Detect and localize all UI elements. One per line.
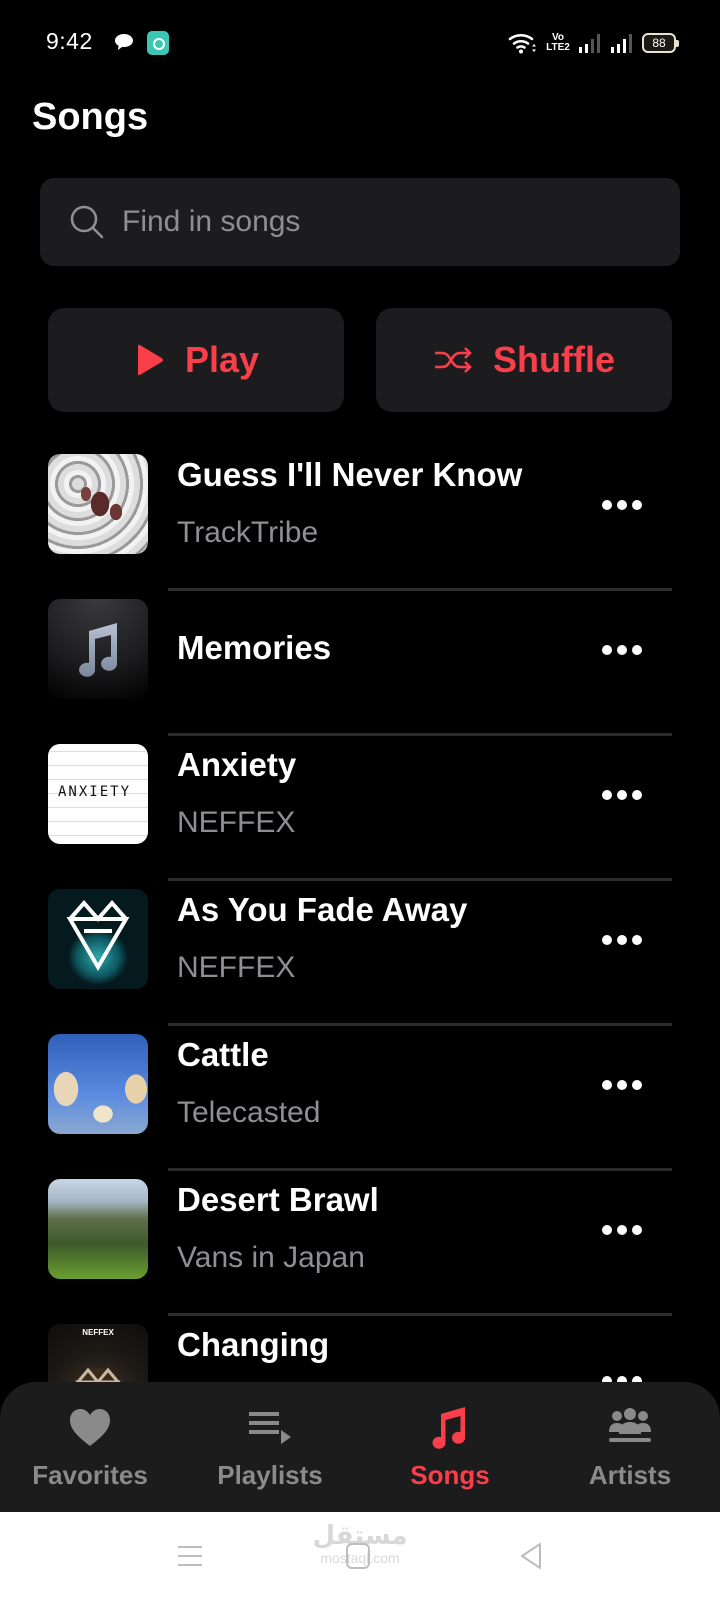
music-note-icon [79,623,118,677]
song-title: Guess I'll Never Know [177,456,523,493]
chat-notification-icon [115,34,133,50]
signal-sim2-icon [611,34,632,53]
album-art [48,1034,148,1134]
more-icon-dot [602,935,612,945]
song-artist: TrackTribe [177,516,319,549]
more-icon-dot [632,1080,642,1090]
more-options-button[interactable] [598,635,646,665]
tab-playlists[interactable]: Playlists [180,1382,360,1512]
more-icon-dot [617,1225,627,1235]
song-row[interactable]: Anxiety NEFFEX [0,736,720,881]
neffex-logo-icon [66,899,130,971]
more-icon-dot [632,1225,642,1235]
song-row[interactable]: Memories [0,591,720,736]
more-icon-dot [602,500,612,510]
more-icon-dot [617,1080,627,1090]
home-button[interactable] [342,1540,374,1572]
tab-label: Artists [588,1460,672,1490]
song-title: Memories [177,629,332,666]
page-title: Songs [32,96,149,138]
search-input[interactable] [122,205,642,239]
song-title: Anxiety [177,746,297,783]
song-row[interactable]: Cattle Telecasted [0,1026,720,1171]
more-icon-dot [602,645,612,655]
status-icons: Vo LTE2 88 [508,28,679,58]
more-icon-dot [617,500,627,510]
play-icon [137,344,163,376]
song-row[interactable]: As You Fade Away NEFFEX [0,881,720,1026]
shuffle-button[interactable]: Shuffle [376,308,672,412]
system-navigation-bar: مستقل mostaql.com [0,1512,720,1600]
playlist-icon [249,1412,291,1444]
app-notification-icon [147,31,169,55]
album-art [48,744,148,844]
shuffle-label: Shuffle [493,339,615,380]
status-time: 9:42 [46,28,93,54]
song-artist: NEFFEX [177,951,296,984]
more-icon-dot [602,1225,612,1235]
album-art [48,454,148,554]
song-title: Desert Brawl [177,1181,379,1218]
wifi-icon [508,34,536,54]
more-options-button[interactable] [598,1215,646,1245]
music-note-icon [432,1407,465,1449]
song-row[interactable]: Guess I'll Never Know TrackTribe [0,446,720,591]
song-artist: Vans in Japan [177,1241,365,1274]
song-title: Changing [177,1326,330,1363]
more-options-button[interactable] [598,780,646,810]
more-options-button[interactable] [598,925,646,955]
tab-label: Playlists [217,1460,323,1490]
play-button[interactable]: Play [48,308,344,412]
bottom-tab-bar: Favorites Playlists Songs Artists [0,1382,720,1512]
signal-sim1-icon [579,34,600,53]
battery-indicator: 88 [642,33,679,53]
song-row[interactable]: Desert Brawl Vans in Japan [0,1171,720,1316]
more-options-button[interactable] [598,490,646,520]
song-list: Guess I'll Never Know TrackTribe Memorie… [0,446,720,1461]
song-title: Cattle [177,1036,269,1073]
back-button[interactable] [516,1540,548,1572]
tab-artists[interactable]: Artists [540,1382,720,1512]
tab-songs[interactable]: Songs [360,1382,540,1512]
tab-label: Favorites [32,1460,148,1490]
more-options-button[interactable] [598,1070,646,1100]
recent-apps-button[interactable] [174,1540,206,1572]
album-art [48,889,148,989]
heart-icon [70,1409,110,1446]
tab-label: Songs [410,1460,490,1490]
more-icon-dot [617,790,627,800]
song-artist: NEFFEX [177,806,296,839]
play-label: Play [184,339,260,380]
more-icon-dot [617,645,627,655]
people-icon [609,1408,651,1442]
more-icon-dot [632,790,642,800]
album-art-placeholder [48,599,148,699]
album-art [48,1179,148,1279]
more-icon-dot [602,1080,612,1090]
search-bar[interactable] [40,178,680,266]
more-icon-dot [632,645,642,655]
tab-favorites[interactable]: Favorites [0,1382,180,1512]
more-icon-dot [602,790,612,800]
more-icon-dot [632,500,642,510]
shuffle-icon [435,347,472,373]
song-title: As You Fade Away [177,891,468,928]
more-icon-dot [632,935,642,945]
more-icon-dot [617,935,627,945]
volte-indicator: Vo LTE2 [546,32,570,53]
song-artist: Telecasted [177,1096,321,1129]
status-bar: 9:42 Vo LTE2 88 [0,0,720,88]
search-icon [70,205,104,239]
